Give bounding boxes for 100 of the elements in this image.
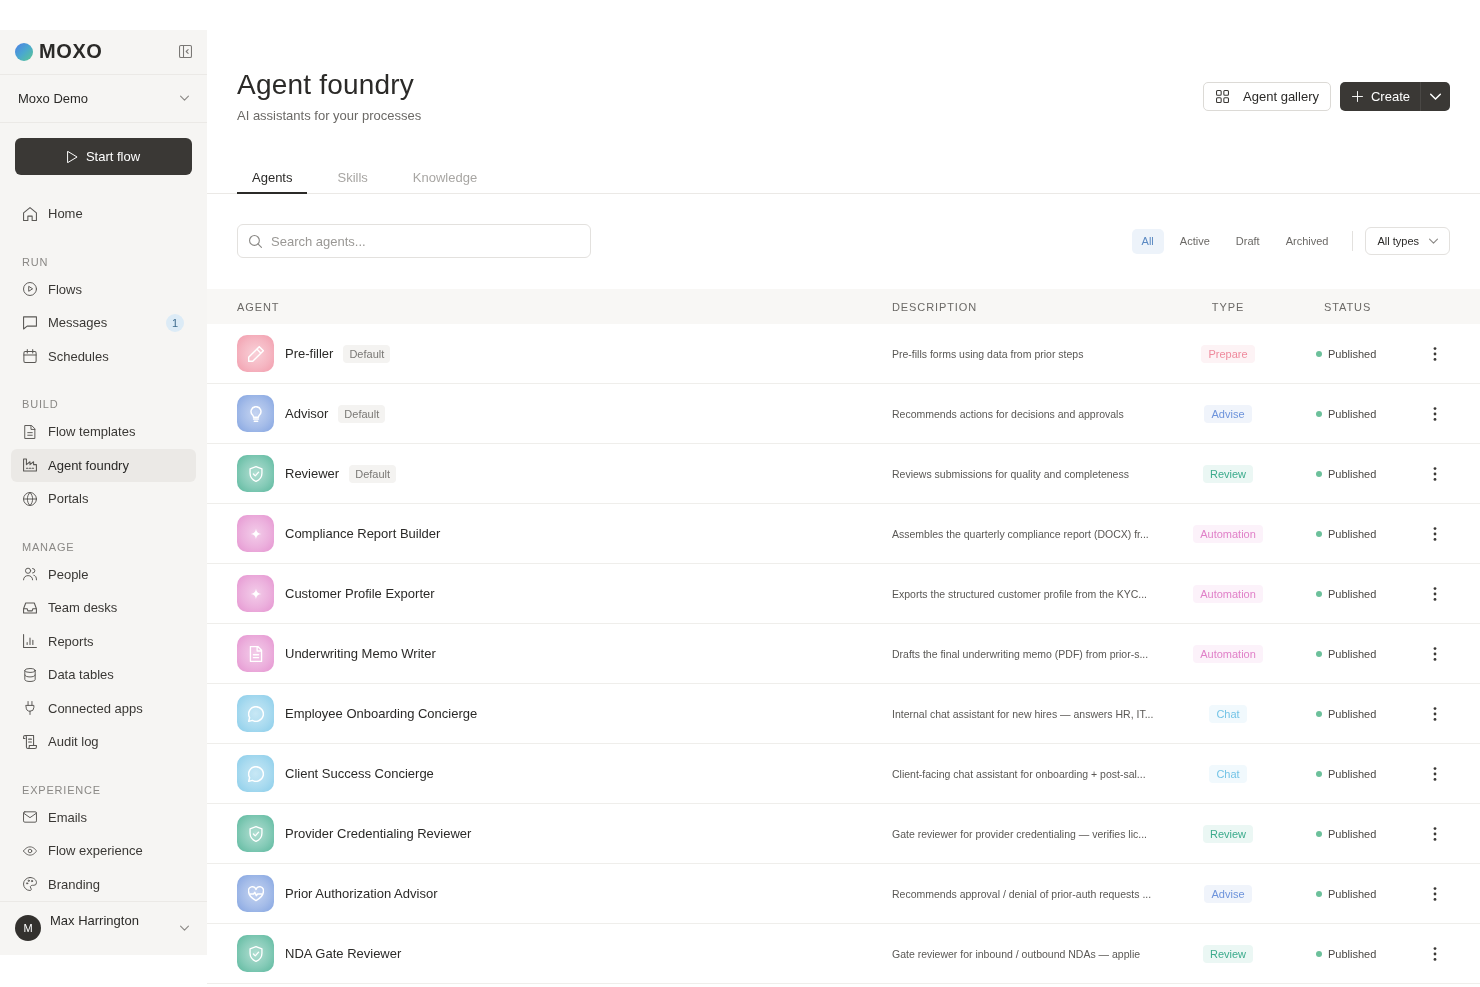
status-dot-icon — [1316, 890, 1322, 897]
status-text: Published — [1328, 527, 1377, 540]
agent-name[interactable]: Pre-filler — [285, 346, 334, 361]
status-dot-icon — [1316, 770, 1322, 777]
vertical-dots-icon[interactable] — [1433, 766, 1437, 781]
vertical-dots-icon[interactable] — [1433, 526, 1437, 541]
grid-icon — [1216, 90, 1230, 103]
agent-name[interactable]: Customer Profile Exporter — [285, 586, 435, 601]
type-tag: Chat — [1209, 764, 1247, 783]
user-name: Max Harrington — [50, 913, 139, 928]
factory-icon — [23, 458, 37, 473]
agent-name[interactable]: NDA Gate Reviewer — [285, 946, 402, 961]
agent-description: Internal chat assistant for new hires — answers HR, IT... — [892, 707, 1155, 720]
sidebar-item[interactable]: Portals — [11, 482, 196, 516]
column-header: AGENT — [237, 300, 281, 313]
sidebar-item[interactable]: Emails — [11, 800, 196, 834]
agent-description: Recommends actions for decisions and approvals — [892, 407, 1125, 420]
type-tag: Chat — [1209, 704, 1247, 723]
create-button[interactable]: Create — [1339, 82, 1420, 111]
agent-name[interactable]: Compliance Report Builder — [285, 526, 441, 541]
chevron-down-icon — [180, 95, 189, 102]
sidebar-item[interactable]: Home — [11, 197, 196, 231]
vertical-dots-icon[interactable] — [1433, 646, 1437, 661]
create-menu-button[interactable] — [1420, 82, 1450, 111]
agent-name[interactable]: Provider Credentialing Reviewer — [285, 826, 472, 841]
panel-icon — [179, 45, 192, 59]
status-dot-icon — [1316, 950, 1322, 957]
sparkle-icon — [237, 515, 274, 552]
sidebar-item[interactable]: Data tables — [11, 658, 196, 692]
agent-description: Client-facing chat assistant for onboarding + post-sal... — [892, 767, 1147, 780]
status-dot-icon — [1316, 590, 1322, 597]
sidebar-item[interactable]: Flow templates — [11, 415, 196, 449]
agent-description: Pre-fills forms using data from prior steps — [892, 347, 1085, 360]
agent-gallery-button[interactable]: Agent gallery — [1203, 82, 1331, 111]
agent-name[interactable]: Employee Onboarding Concierge — [285, 706, 478, 721]
column-header: STATUS — [1323, 300, 1373, 313]
section-title: RUN — [21, 254, 50, 270]
vertical-dots-icon[interactable] — [1433, 346, 1437, 361]
agent-name[interactable]: Underwriting Memo Writer — [285, 646, 436, 661]
collapse-sidebar-button[interactable] — [178, 44, 193, 60]
vertical-dots-icon[interactable] — [1433, 886, 1437, 901]
logo-icon — [15, 42, 33, 61]
people-icon — [23, 567, 37, 582]
status-dot-icon — [1316, 470, 1322, 477]
play-icon — [66, 150, 78, 163]
status-filter-tab[interactable]: Archived — [1275, 228, 1339, 254]
page-subtitle: AI assistants for your processes — [237, 108, 422, 124]
agent-description: Drafts the final underwriting memo (PDF) from prior-s... — [892, 647, 1150, 660]
status-dot-icon — [1316, 530, 1322, 537]
agent-name[interactable]: Reviewer — [285, 466, 340, 481]
status-text: Published — [1328, 887, 1377, 900]
search-field[interactable]: Search agents... — [237, 224, 591, 258]
sparkle-icon — [237, 575, 274, 612]
vertical-dots-icon[interactable] — [1433, 406, 1437, 421]
agent-name[interactable]: Prior Authorization Advisor — [285, 886, 438, 901]
vertical-dots-icon[interactable] — [1433, 466, 1437, 481]
sidebar-item[interactable]: People — [11, 557, 196, 591]
type-filter-dropdown[interactable]: All types — [1365, 227, 1450, 255]
sidebar-item[interactable]: Reports — [11, 624, 196, 658]
sidebar-item[interactable]: Connected apps — [11, 691, 196, 725]
document-icon — [237, 635, 274, 672]
tab[interactable]: Agents — [237, 162, 308, 194]
shield-check-icon — [237, 815, 274, 852]
sidebar-item[interactable]: Team desks — [11, 591, 196, 625]
vertical-dots-icon[interactable] — [1433, 826, 1437, 841]
default-tag: Default — [349, 464, 397, 483]
eye-icon — [23, 843, 37, 858]
chevron-down-icon — [1430, 93, 1441, 100]
plus-icon — [1351, 91, 1363, 102]
vertical-dots-icon[interactable] — [1433, 946, 1437, 961]
status-dot-icon — [1316, 710, 1322, 717]
section-title: BUILD — [21, 397, 60, 412]
sidebar-item[interactable]: Agent foundry — [11, 448, 196, 482]
sidebar-item[interactable]: Branding — [11, 867, 196, 901]
sidebar-item[interactable]: Flows — [11, 272, 196, 306]
sidebar-item[interactable]: Messages 1 — [11, 306, 196, 340]
agent-name[interactable]: Advisor — [285, 406, 329, 421]
status-text: Published — [1328, 947, 1377, 960]
sidebar-item[interactable]: Audit log — [11, 725, 196, 759]
sidebar-item[interactable]: Flow experience — [11, 834, 196, 868]
message-icon — [23, 315, 37, 330]
type-tag: Review — [1202, 464, 1254, 483]
scroll-icon — [23, 734, 37, 749]
status-filter-tab[interactable]: Draft — [1225, 228, 1270, 254]
vertical-dots-icon[interactable] — [1433, 586, 1437, 601]
status-text: Published — [1328, 767, 1377, 780]
palette-icon — [23, 877, 37, 892]
section-title: MANAGE — [21, 539, 76, 555]
sidebar-item[interactable]: Schedules — [11, 339, 196, 373]
inbox-icon — [23, 600, 37, 615]
status-filter-tab[interactable]: Active — [1169, 228, 1220, 254]
agent-name[interactable]: Client Success Concierge — [285, 766, 434, 781]
column-header: DESCRIPTION — [892, 300, 979, 313]
vertical-dots-icon[interactable] — [1433, 706, 1437, 721]
status-dot-icon — [1316, 350, 1322, 357]
start-flow-button[interactable]: Start flow — [15, 138, 192, 175]
bar-chart-icon — [23, 634, 37, 649]
type-tag: Advise — [1204, 404, 1252, 423]
status-text: Published — [1328, 827, 1377, 840]
status-dot-icon — [1316, 650, 1322, 657]
